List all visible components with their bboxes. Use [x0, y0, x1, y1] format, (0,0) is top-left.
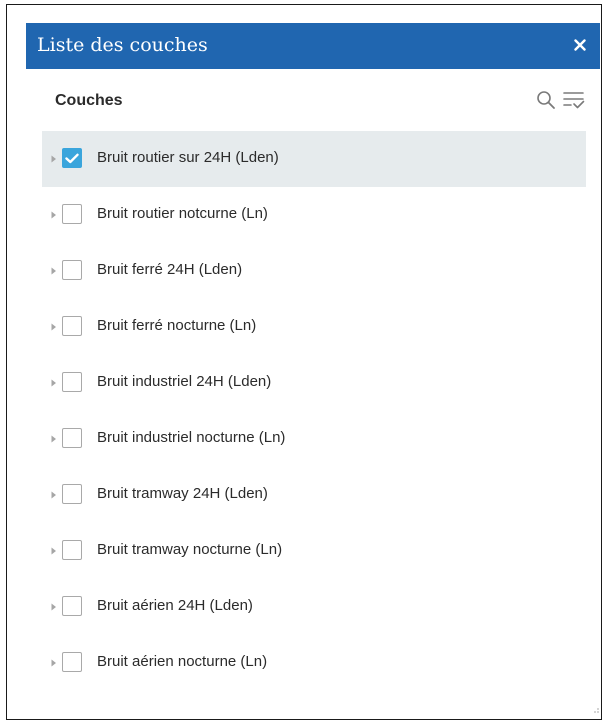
expand-caret[interactable] — [48, 265, 60, 277]
checkmark-icon — [65, 153, 79, 163]
layer-checkbox[interactable] — [62, 540, 82, 560]
layer-row[interactable]: Bruit industriel 24H (Lden) — [42, 355, 586, 411]
caret-right-icon — [51, 379, 56, 387]
layer-checkbox[interactable] — [62, 260, 82, 280]
layer-label: Bruit ferré 24H (Lden) — [97, 261, 243, 278]
expand-caret[interactable] — [48, 377, 60, 389]
caret-right-icon — [51, 267, 56, 275]
layer-checkbox[interactable] — [62, 652, 82, 672]
expand-caret[interactable] — [48, 545, 60, 557]
layer-label: Bruit ferré nocturne (Ln) — [97, 317, 257, 334]
layer-checkbox[interactable] — [62, 204, 82, 224]
layer-row[interactable]: Bruit tramway 24H (Lden) — [42, 467, 586, 523]
filter-list-icon — [563, 92, 585, 109]
layer-checkbox[interactable] — [62, 372, 82, 392]
layer-row[interactable]: Bruit routier sur 24H (Lden) — [42, 131, 586, 187]
expand-caret[interactable] — [48, 601, 60, 613]
layer-checkbox[interactable] — [62, 148, 82, 168]
layer-row[interactable]: Bruit tramway nocturne (Ln) — [42, 523, 586, 579]
filter-list-button[interactable] — [562, 88, 586, 112]
panel-title: Liste des couches — [37, 34, 208, 56]
caret-right-icon — [51, 603, 56, 611]
layer-label: Bruit tramway 24H (Lden) — [97, 485, 268, 502]
caret-right-icon — [51, 435, 56, 443]
layer-list-panel: Liste des couches Couches Bruit routier … — [26, 23, 600, 714]
layer-row[interactable]: Bruit aérien nocturne (Ln) — [42, 635, 586, 691]
layers-header: Couches — [26, 69, 600, 131]
layer-checkbox[interactable] — [62, 316, 82, 336]
layer-label: Bruit aérien nocturne (Ln) — [97, 653, 268, 670]
layer-row[interactable]: Bruit routier notcurne (Ln) — [42, 187, 586, 243]
expand-caret[interactable] — [48, 433, 60, 445]
layer-checkbox[interactable] — [62, 428, 82, 448]
layer-label: Bruit industriel 24H (Lden) — [97, 373, 272, 390]
layer-row[interactable]: Bruit industriel nocturne (Ln) — [42, 411, 586, 467]
caret-right-icon — [51, 211, 56, 219]
caret-right-icon — [51, 491, 56, 499]
header-tools — [534, 87, 586, 113]
caret-right-icon — [51, 155, 56, 163]
expand-caret[interactable] — [48, 209, 60, 221]
panel-title-bar: Liste des couches — [26, 23, 600, 69]
resize-grip-icon[interactable] — [590, 704, 600, 714]
expand-caret[interactable] — [48, 489, 60, 501]
layer-row[interactable]: Bruit ferré nocturne (Ln) — [42, 299, 586, 355]
expand-caret[interactable] — [48, 153, 60, 165]
caret-right-icon — [51, 659, 56, 667]
search-icon — [537, 91, 555, 109]
close-button[interactable] — [568, 33, 592, 57]
layer-label: Bruit tramway nocturne (Ln) — [97, 541, 283, 558]
expand-caret[interactable] — [48, 321, 60, 333]
layer-checkbox[interactable] — [62, 596, 82, 616]
layer-list: Bruit routier sur 24H (Lden) Bruit routi… — [42, 131, 586, 691]
layers-heading: Couches — [55, 92, 123, 109]
caret-right-icon — [51, 547, 56, 555]
layer-checkbox[interactable] — [62, 484, 82, 504]
caret-right-icon — [51, 323, 56, 331]
layer-label: Bruit industriel nocturne (Ln) — [97, 429, 286, 446]
close-icon — [574, 39, 586, 51]
layer-label: Bruit aérien 24H (Lden) — [97, 597, 253, 614]
expand-caret[interactable] — [48, 657, 60, 669]
layer-row[interactable]: Bruit aérien 24H (Lden) — [42, 579, 586, 635]
layer-row[interactable]: Bruit ferré 24H (Lden) — [42, 243, 586, 299]
search-button[interactable] — [534, 88, 558, 112]
layer-label: Bruit routier sur 24H (Lden) — [97, 149, 279, 166]
layer-label: Bruit routier notcurne (Ln) — [97, 205, 268, 222]
